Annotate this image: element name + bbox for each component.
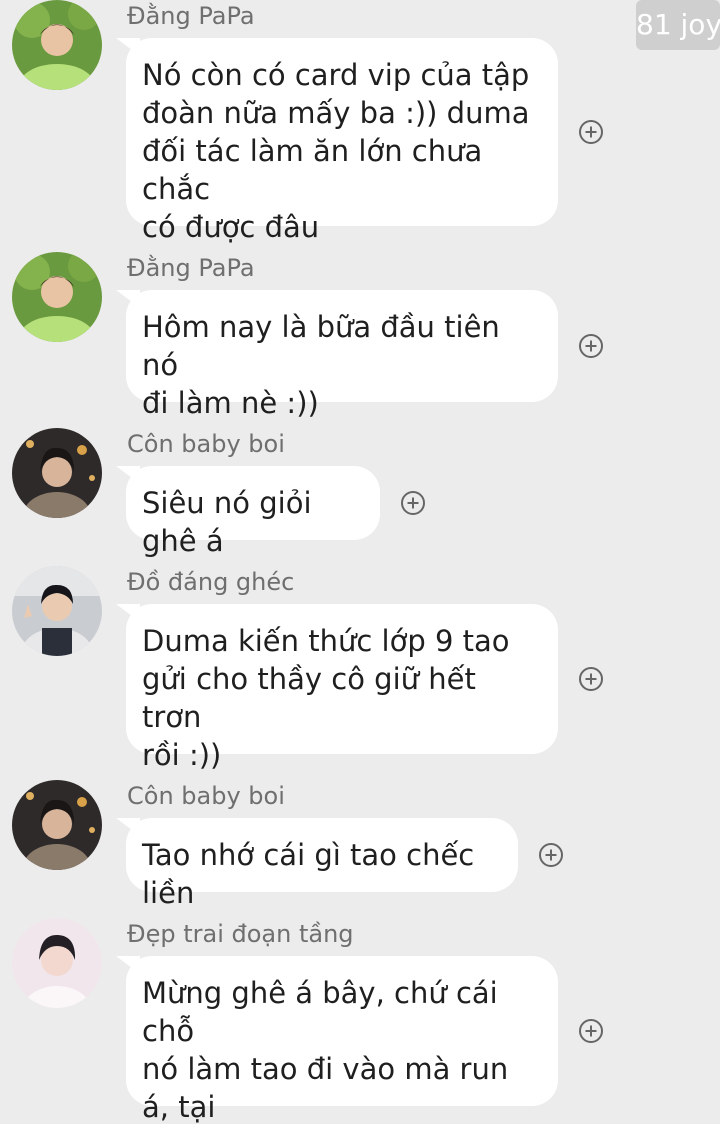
sender-avatar[interactable] — [12, 566, 102, 656]
sender-avatar[interactable] — [12, 428, 102, 518]
sender-avatar[interactable] — [12, 252, 102, 342]
sender-avatar[interactable] — [12, 780, 102, 870]
message-bubble[interactable]: Hôm nay là bữa đầu tiên nó đi làm nè :)) — [126, 290, 558, 420]
add-reaction-icon[interactable] — [400, 490, 426, 516]
sender-name: Đẹp trai đoạn tầng — [127, 920, 354, 948]
sender-avatar[interactable] — [12, 0, 102, 90]
message-bubble[interactable]: Nó còn có card vip của tập đoàn nữa mấy … — [126, 38, 558, 244]
chat-screen: 81 joy Đằng PaPa Nó còn có card vip của … — [0, 0, 720, 1124]
add-reaction-icon[interactable] — [578, 666, 604, 692]
message-bubble[interactable]: Mừng ghê á bây, chứ cái chỗ nó làm tao đ… — [126, 956, 558, 1124]
sender-name: Côn baby boi — [127, 782, 285, 810]
sender-name: Đồ đáng ghéc — [127, 568, 295, 596]
message-bubble[interactable]: Duma kiến thức lớp 9 tao gửi cho thầy cô… — [126, 604, 558, 772]
sender-name: Đằng PaPa — [127, 2, 255, 30]
add-reaction-icon[interactable] — [578, 1018, 604, 1044]
add-reaction-icon[interactable] — [578, 333, 604, 359]
add-reaction-icon[interactable] — [538, 842, 564, 868]
sender-name: Đằng PaPa — [127, 254, 255, 282]
watermark-label: 81 joy — [636, 0, 720, 50]
sender-avatar[interactable] — [12, 918, 102, 1008]
add-reaction-icon[interactable] — [578, 119, 604, 145]
message-bubble[interactable]: Tao nhớ cái gì tao chếc liền — [126, 818, 518, 910]
sender-name: Côn baby boi — [127, 430, 285, 458]
message-bubble[interactable]: Siêu nó giỏi ghê á — [126, 466, 380, 558]
